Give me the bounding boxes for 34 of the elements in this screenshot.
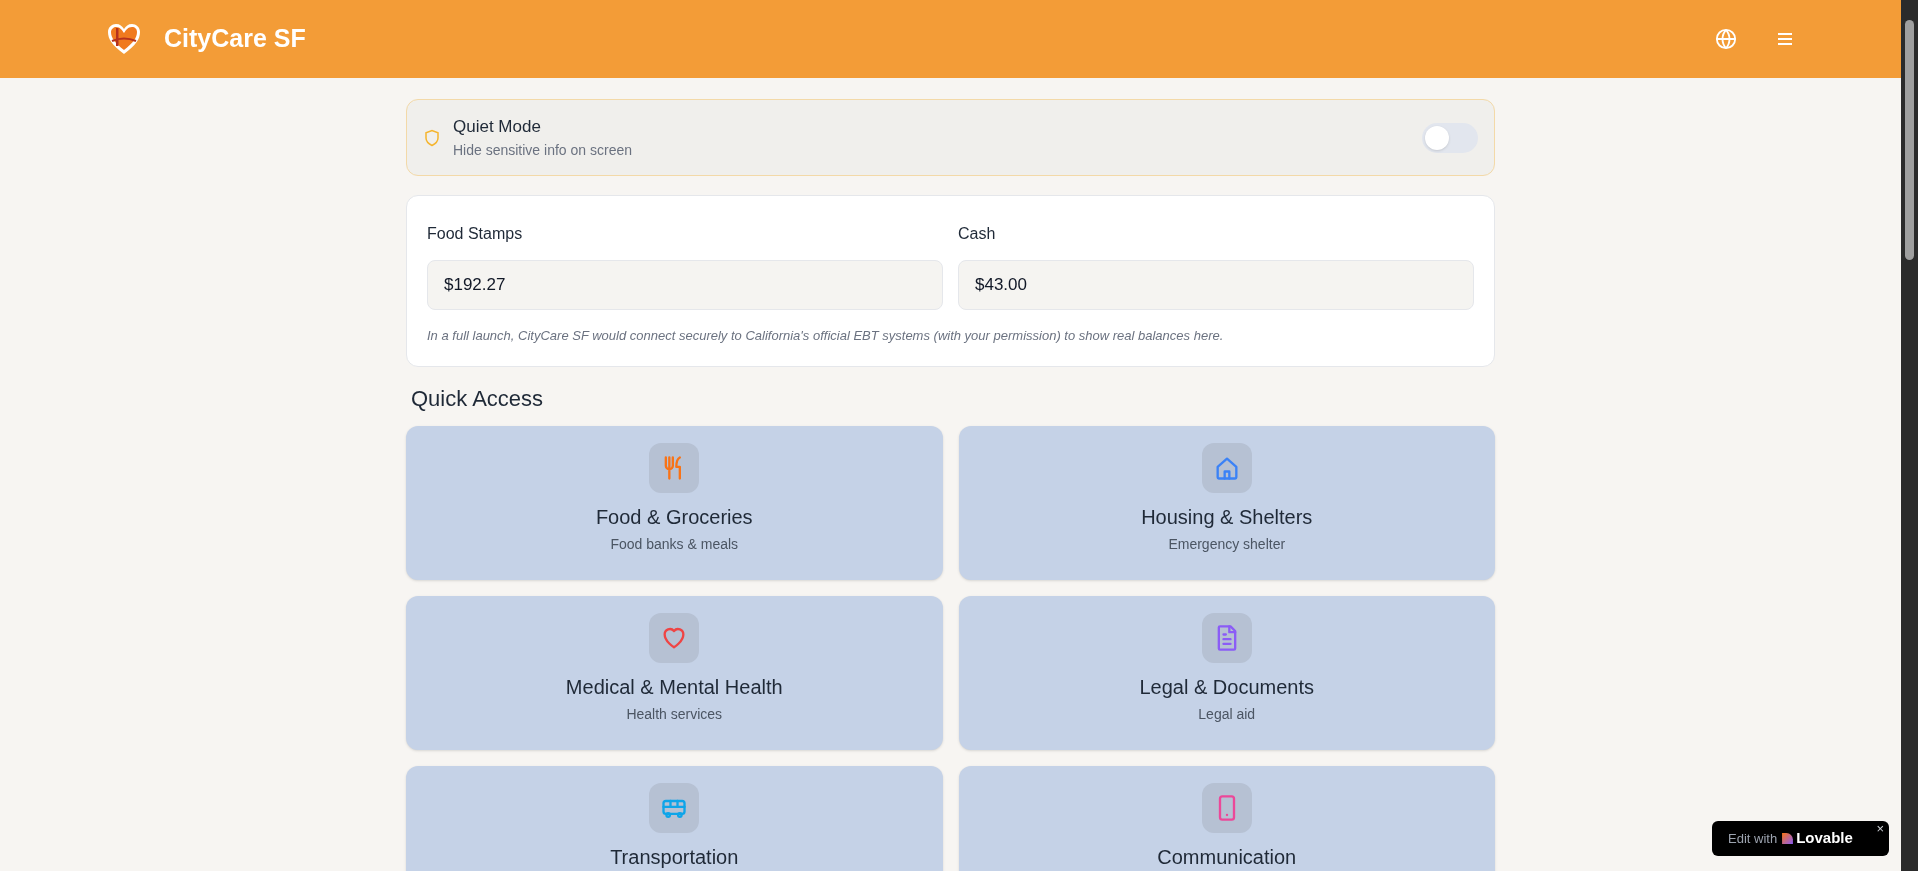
card-title: Legal & Documents xyxy=(1139,675,1314,700)
toggle-switch[interactable] xyxy=(1422,122,1478,153)
category-card[interactable]: Communication xyxy=(958,766,1495,871)
app-title: CityCare SF xyxy=(164,23,306,55)
balances-note: In a full launch, CityCare SF would connect securely to California's official EBT systems (with your permission) to show real balances here. xyxy=(427,327,1225,345)
category-card[interactable]: Transportation xyxy=(406,766,943,871)
badge-text: Edit with xyxy=(1728,829,1778,848)
balance-field[interactable]: $43.00 xyxy=(958,260,1474,310)
card-subtitle: Emergency shelter xyxy=(1168,535,1286,554)
menu-icon[interactable] xyxy=(1775,31,1795,47)
quiet-mode-subtitle: Hide sensitive info on screen xyxy=(453,140,632,160)
heart-bridge-logo-icon xyxy=(106,22,142,56)
card-title: Transportation xyxy=(610,845,739,870)
close-button[interactable]: × xyxy=(1876,822,1884,835)
card-subtitle: Health services xyxy=(626,705,723,724)
category-card[interactable]: Housing & Shelters Emergency shelter xyxy=(958,426,1495,580)
balance-field[interactable]: $192.27 xyxy=(427,260,943,310)
field-label: Cash xyxy=(958,224,997,244)
edit-with-badge[interactable]: Edit with Lovable × xyxy=(1712,821,1889,856)
category-card[interactable]: Legal & Documents Legal aid xyxy=(958,596,1495,750)
card-title: Medical & Mental Health xyxy=(565,675,783,700)
brand-name: Lovable xyxy=(1796,828,1853,849)
category-card[interactable]: Food & Groceries Food banks & meals xyxy=(406,426,943,580)
quiet-mode-title: Quiet Mode xyxy=(453,116,542,139)
globe-icon[interactable] xyxy=(1715,28,1737,50)
card-subtitle: Food banks & meals xyxy=(610,535,739,554)
category-card[interactable]: Medical & Mental Health Health services xyxy=(406,596,943,750)
card-subtitle: Legal aid xyxy=(1198,705,1256,724)
card-title: Food & Groceries xyxy=(595,505,753,530)
card-title: Housing & Shelters xyxy=(1141,505,1313,530)
card-title: Communication xyxy=(1157,845,1297,870)
section-heading: Quick Access xyxy=(411,384,545,412)
field-label: Food Stamps xyxy=(427,224,524,244)
shield-icon xyxy=(423,127,441,148)
